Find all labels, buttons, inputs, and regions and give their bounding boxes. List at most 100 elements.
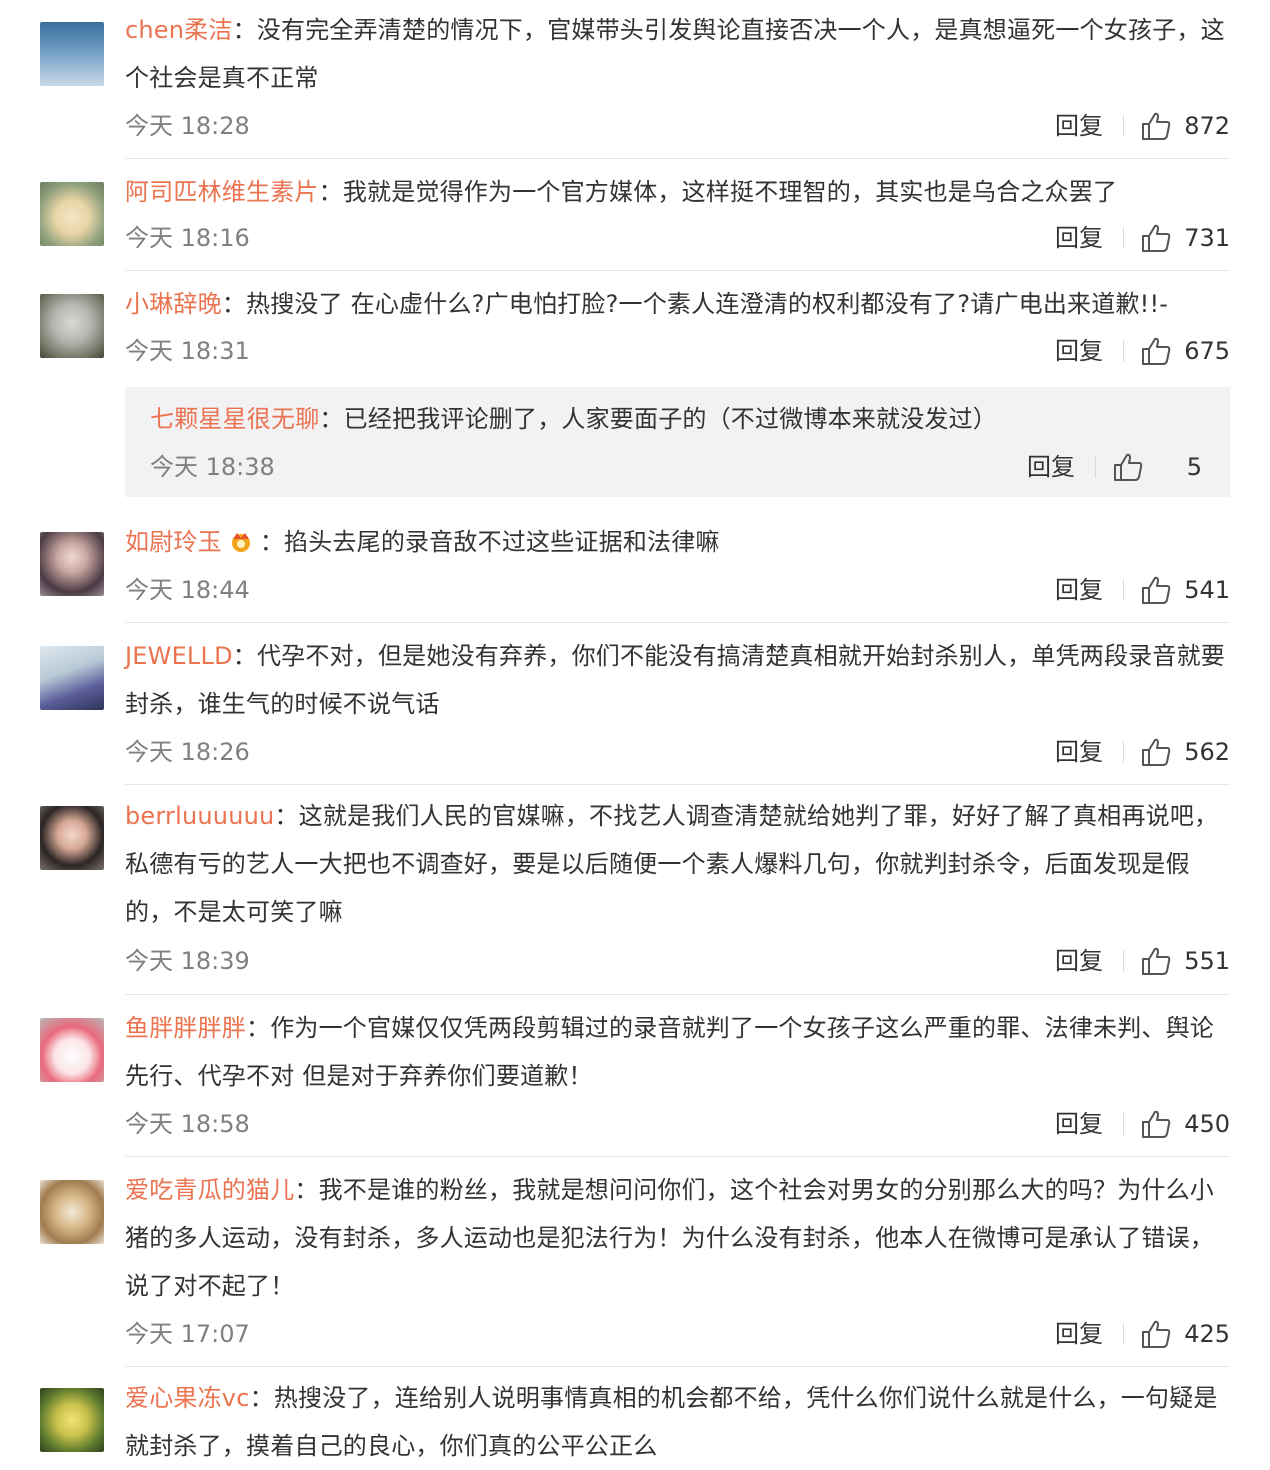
colon: ： — [246, 1014, 271, 1042]
divider — [125, 622, 1230, 623]
avatar[interactable] — [40, 806, 104, 870]
reply-button[interactable]: 回复 — [1055, 331, 1103, 371]
like-count: 5 — [1186, 453, 1202, 481]
avatar[interactable] — [40, 532, 104, 596]
timestamp: 今天 18:16 — [125, 224, 250, 252]
reply-button[interactable]: 回复 — [1055, 941, 1103, 981]
like-count: 731 — [1184, 224, 1230, 252]
comment-meta: 今天 18:44 回复 541 — [125, 570, 1230, 610]
timestamp: 今天 18:39 — [125, 947, 250, 975]
comment-text: 没有完全弄清楚的情况下，官媒带头引发舆论直接否决一个人，是真想逼死一个女孩子，这… — [125, 16, 1225, 92]
username-link[interactable]: 爱心果冻vc — [125, 1384, 250, 1412]
divider — [125, 1366, 1230, 1367]
thumbs-up-icon[interactable] — [1140, 945, 1172, 977]
comment-meta: 今天 18:16 回复 731 — [125, 218, 1230, 258]
divider — [1123, 741, 1124, 763]
comment-meta: 今天 18:39 回复 551 — [125, 941, 1230, 981]
colon: ： — [318, 178, 343, 206]
comment-list: chen柔洁：没有完全弄清楚的情况下，官媒带头引发舆论直接否决一个人，是真想逼死… — [0, 0, 1270, 1470]
colon: ： — [274, 802, 299, 830]
timestamp: 今天 18:44 — [125, 576, 250, 604]
comment-text: 热搜没了，连给别人说明事情真相的机会都不给，凭什么你们说什么就是什么，一句疑是就… — [125, 1384, 1218, 1460]
thumbs-up-icon[interactable] — [1140, 110, 1172, 142]
username-link[interactable]: 小琳辞晚 — [125, 290, 222, 318]
divider — [125, 270, 1230, 271]
avatar[interactable] — [40, 182, 104, 246]
comment-text: 代孕不对，但是她没有弃养，你们不能没有搞清楚真相就开始封杀别人，单凭两段录音就要… — [125, 642, 1225, 718]
username-link[interactable]: 爱吃青瓜的猫儿 — [125, 1176, 294, 1204]
colon: ： — [259, 528, 285, 556]
colon: ： — [232, 16, 257, 44]
reply-button[interactable]: 回复 — [1055, 106, 1103, 146]
like-count: 675 — [1184, 337, 1230, 365]
comment-text: 掐头去尾的录音敌不过这些证据和法律嘛 — [284, 528, 720, 556]
like-count: 562 — [1184, 738, 1230, 766]
comment-meta: 今天 18:38 回复 5 — [150, 447, 1202, 487]
colon: ： — [249, 1384, 274, 1412]
divider — [1095, 456, 1096, 478]
username-link[interactable]: berrluuuuuu — [125, 802, 274, 830]
timestamp: 今天 18:31 — [125, 337, 250, 365]
colon: ： — [232, 642, 257, 670]
like-count: 450 — [1184, 1110, 1230, 1138]
avatar[interactable] — [40, 646, 104, 710]
comment-meta: 今天 18:26 回复 562 — [125, 732, 1230, 772]
avatar[interactable] — [40, 1018, 104, 1082]
thumbs-up-icon[interactable] — [1140, 1108, 1172, 1140]
comment-text: 热搜没了 在心虚什么?广电怕打脸?一个素人连澄清的权利都没有了?请广电出来道歉!… — [246, 290, 1169, 318]
like-count: 872 — [1184, 112, 1230, 140]
divider — [1123, 579, 1124, 601]
comment-meta: 今天 18:28 回复 872 — [125, 106, 1230, 146]
thumbs-up-icon[interactable] — [1140, 222, 1172, 254]
reply-button[interactable]: 回复 — [1055, 218, 1103, 258]
sub-reply: 七颗星星很无聊：已经把我评论删了，人家要面子的（不过微博本来就没发过） 今天 1… — [125, 387, 1230, 497]
thumbs-up-icon[interactable] — [1140, 1318, 1172, 1350]
thumbs-up-icon[interactable] — [1112, 451, 1144, 483]
comment-meta: 今天 18:58 回复 450 — [125, 1104, 1230, 1144]
reply-button[interactable]: 回复 — [1027, 447, 1075, 487]
comment-text: 我就是觉得作为一个官方媒体，这样挺不理智的，其实也是乌合之众罢了 — [342, 178, 1118, 206]
reply-button[interactable]: 回复 — [1055, 1104, 1103, 1144]
reply-button[interactable]: 回复 — [1055, 570, 1103, 610]
divider — [1123, 227, 1124, 249]
divider — [1123, 1113, 1124, 1135]
colon: ： — [221, 290, 247, 318]
timestamp: 今天 18:28 — [125, 112, 250, 140]
username-link[interactable]: 如尉玲玉 — [125, 528, 222, 556]
comment-meta: 今天 17:07 回复 425 — [125, 1314, 1230, 1354]
like-count: 425 — [1184, 1320, 1230, 1348]
comment-text: 已经把我评论删了，人家要面子的（不过微博本来就没发过） — [343, 405, 998, 433]
avatar[interactable] — [40, 294, 104, 358]
username-link[interactable]: 鱼胖胖胖胖 — [125, 1014, 246, 1042]
avatar[interactable] — [40, 22, 104, 86]
timestamp: 今天 18:38 — [150, 453, 275, 481]
divider — [1123, 340, 1124, 362]
like-count: 551 — [1184, 947, 1230, 975]
divider — [125, 1156, 1230, 1157]
avatar[interactable] — [40, 1180, 104, 1244]
divider — [1123, 115, 1124, 137]
avatar[interactable] — [40, 1388, 104, 1452]
thumbs-up-icon[interactable] — [1140, 736, 1172, 768]
divider — [125, 158, 1230, 159]
timestamp: 今天 18:58 — [125, 1110, 250, 1138]
divider — [125, 784, 1230, 785]
comment-meta: 今天 18:31 回复 675 — [125, 331, 1230, 371]
thumbs-up-icon[interactable] — [1140, 335, 1172, 367]
username-link[interactable]: chen柔洁 — [125, 16, 233, 44]
reply-button[interactable]: 回复 — [1055, 732, 1103, 772]
divider — [125, 994, 1230, 995]
reply-button[interactable]: 回复 — [1055, 1314, 1103, 1354]
thumbs-up-icon[interactable] — [1140, 574, 1172, 606]
divider — [1123, 1323, 1124, 1345]
username-link[interactable]: 七颗星星很无聊 — [150, 405, 319, 433]
username-link[interactable]: JEWELLD — [125, 642, 233, 670]
divider — [1123, 950, 1124, 972]
username-link[interactable]: 阿司匹林维生素片 — [125, 178, 319, 206]
crown-badge-icon — [231, 533, 250, 552]
like-count: 541 — [1184, 576, 1230, 604]
colon: ： — [319, 405, 344, 433]
timestamp: 今天 18:26 — [125, 738, 250, 766]
comment-text: 作为一个官媒仅仅凭两段剪辑过的录音就判了一个女孩子这么严重的罪、法律未判、舆论先… — [125, 1014, 1214, 1090]
timestamp: 今天 17:07 — [125, 1320, 250, 1348]
